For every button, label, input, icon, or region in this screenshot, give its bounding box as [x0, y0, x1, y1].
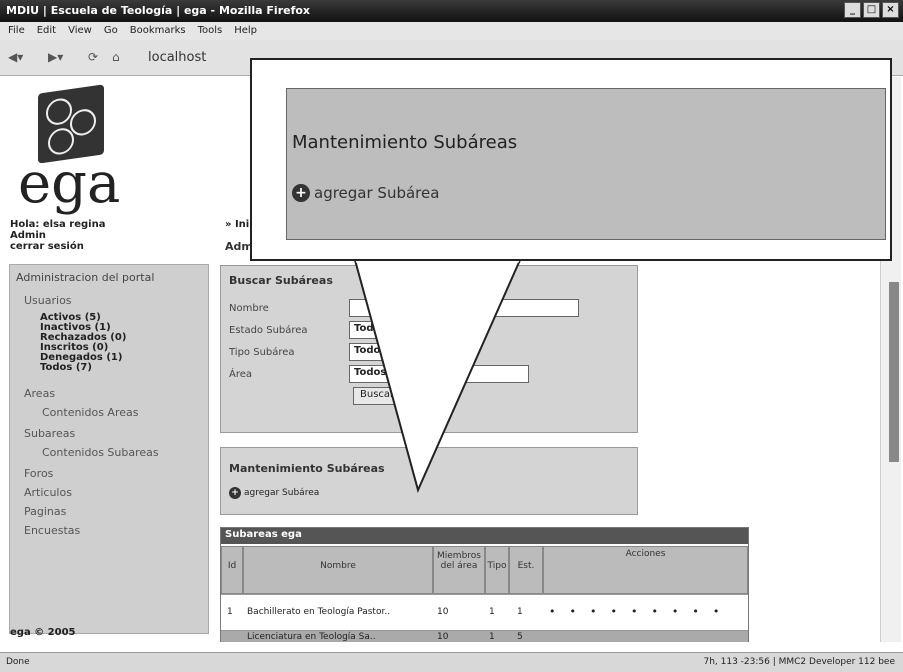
callout-panel [286, 88, 886, 240]
callout-add-link[interactable]: + agregar Subárea [292, 184, 439, 202]
add-icon: + [292, 184, 310, 202]
callout-add-label: agregar Subárea [314, 184, 440, 202]
callout-title: Mantenimiento Subáreas [292, 132, 518, 153]
zoom-callout: Mantenimiento Subáreas + agregar Subárea [250, 58, 892, 261]
